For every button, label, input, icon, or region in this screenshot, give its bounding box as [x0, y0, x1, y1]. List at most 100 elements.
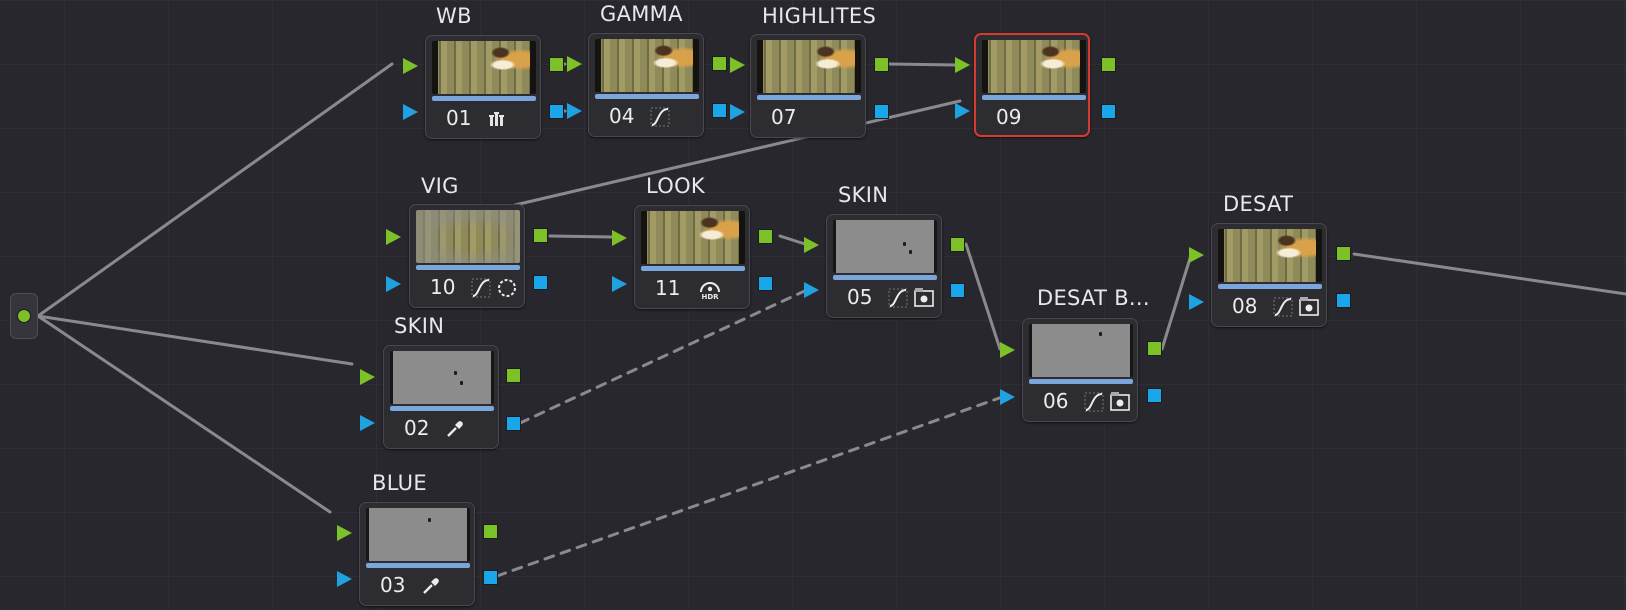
progress-bar	[390, 406, 494, 411]
key-output[interactable]	[1101, 104, 1116, 119]
key-input[interactable]	[403, 104, 418, 120]
rgb-output[interactable]	[533, 228, 548, 243]
node-number: 02	[404, 416, 430, 440]
qualifier-key-icon	[914, 288, 934, 307]
rgb-output[interactable]	[483, 524, 498, 539]
node-08[interactable]: 08	[1211, 223, 1327, 327]
node-title: GAMMA	[600, 2, 683, 26]
rgb-input[interactable]	[1189, 247, 1204, 263]
progress-bar	[757, 95, 861, 100]
eyedropper-icon	[447, 421, 463, 437]
node-thumbnail	[1218, 229, 1322, 282]
key-output[interactable]	[506, 416, 521, 431]
node-06[interactable]: 06	[1022, 318, 1138, 422]
node-09[interactable]: 09	[974, 33, 1090, 137]
node-number: 10	[430, 275, 456, 299]
wire-03-key-to-06	[495, 394, 1007, 578]
key-output[interactable]	[483, 570, 498, 585]
rgb-input[interactable]	[403, 58, 418, 74]
node-11[interactable]: 11 HDR	[634, 205, 750, 309]
rgb-output[interactable]	[1101, 57, 1116, 72]
node-02[interactable]: 02	[383, 345, 499, 449]
key-input[interactable]	[612, 276, 627, 292]
source-node[interactable]	[10, 293, 38, 339]
rgb-output[interactable]	[506, 368, 521, 383]
rgb-input[interactable]	[1000, 342, 1015, 358]
rgb-output[interactable]	[549, 57, 564, 72]
curves-icon	[1084, 392, 1104, 412]
rgb-input[interactable]	[730, 57, 745, 73]
rgb-input[interactable]	[360, 369, 375, 385]
node-thumbnail	[641, 211, 745, 264]
key-output[interactable]	[758, 276, 773, 291]
rgb-input[interactable]	[955, 57, 970, 73]
svg-text:HDR: HDR	[701, 293, 719, 300]
key-input[interactable]	[1000, 389, 1015, 405]
wire-source-to-01	[36, 62, 394, 318]
node-thumbnail	[416, 210, 520, 263]
rgb-input[interactable]	[804, 237, 819, 253]
rgb-output[interactable]	[874, 57, 889, 72]
key-output[interactable]	[950, 283, 965, 298]
node-number: 05	[847, 285, 873, 309]
rgb-input[interactable]	[612, 230, 627, 246]
progress-bar	[1218, 284, 1322, 289]
eyedropper-icon	[423, 578, 439, 594]
progress-bar	[432, 96, 536, 101]
wire-06-to-08	[1160, 253, 1193, 351]
hdr-icon: HDR	[700, 282, 720, 300]
key-input[interactable]	[1189, 294, 1204, 310]
rgb-output[interactable]	[950, 237, 965, 252]
rgb-input[interactable]	[337, 525, 352, 541]
curves-icon	[1273, 297, 1293, 317]
node-graph-canvas[interactable]: WB 01 GAMMA 04 HIGHLITES 07 09 VIG 10 LO…	[0, 0, 1626, 610]
rgb-input[interactable]	[386, 229, 401, 245]
node-number: 06	[1043, 389, 1069, 413]
node-thumbnail	[1029, 324, 1133, 377]
rgb-output[interactable]	[758, 229, 773, 244]
node-title: WB	[436, 4, 472, 28]
node-10[interactable]: 10	[409, 204, 525, 308]
node-thumbnail	[595, 39, 699, 92]
key-output[interactable]	[1147, 388, 1162, 403]
node-number: 08	[1232, 294, 1258, 318]
curves-icon	[471, 278, 491, 298]
node-thumbnail	[432, 41, 536, 94]
curves-icon	[650, 107, 670, 127]
wire-05-to-06	[964, 242, 1002, 351]
node-title: BLUE	[372, 471, 427, 495]
key-output[interactable]	[549, 104, 564, 119]
rgb-input[interactable]	[567, 56, 582, 72]
key-input[interactable]	[804, 282, 819, 298]
node-05[interactable]: 05	[826, 214, 942, 318]
key-input[interactable]	[360, 415, 375, 431]
node-07[interactable]: 07	[750, 34, 866, 138]
rgb-output[interactable]	[1336, 246, 1351, 261]
key-input[interactable]	[337, 571, 352, 587]
node-thumbnail	[757, 40, 861, 93]
key-output[interactable]	[874, 104, 889, 119]
node-title: DESAT B...	[1037, 286, 1150, 310]
node-number: 09	[996, 105, 1022, 129]
rgb-output[interactable]	[1147, 341, 1162, 356]
bars-icon	[489, 112, 504, 126]
key-output[interactable]	[1336, 293, 1351, 308]
key-output[interactable]	[533, 275, 548, 290]
key-input[interactable]	[567, 103, 582, 119]
node-thumbnail	[982, 40, 1086, 93]
wire-source-to-02	[36, 314, 354, 366]
curves-icon	[888, 288, 908, 308]
node-03[interactable]: 03	[359, 502, 475, 606]
key-input[interactable]	[955, 103, 970, 119]
node-thumbnail	[833, 220, 937, 273]
key-output[interactable]	[712, 103, 727, 118]
key-input[interactable]	[730, 104, 745, 120]
node-01[interactable]: 01	[425, 35, 541, 139]
progress-bar	[595, 94, 699, 99]
source-output-dot[interactable]	[17, 309, 31, 323]
node-04[interactable]: 04	[588, 33, 704, 137]
progress-bar	[833, 275, 937, 280]
progress-bar	[1029, 379, 1133, 384]
rgb-output[interactable]	[712, 56, 727, 71]
key-input[interactable]	[386, 276, 401, 292]
